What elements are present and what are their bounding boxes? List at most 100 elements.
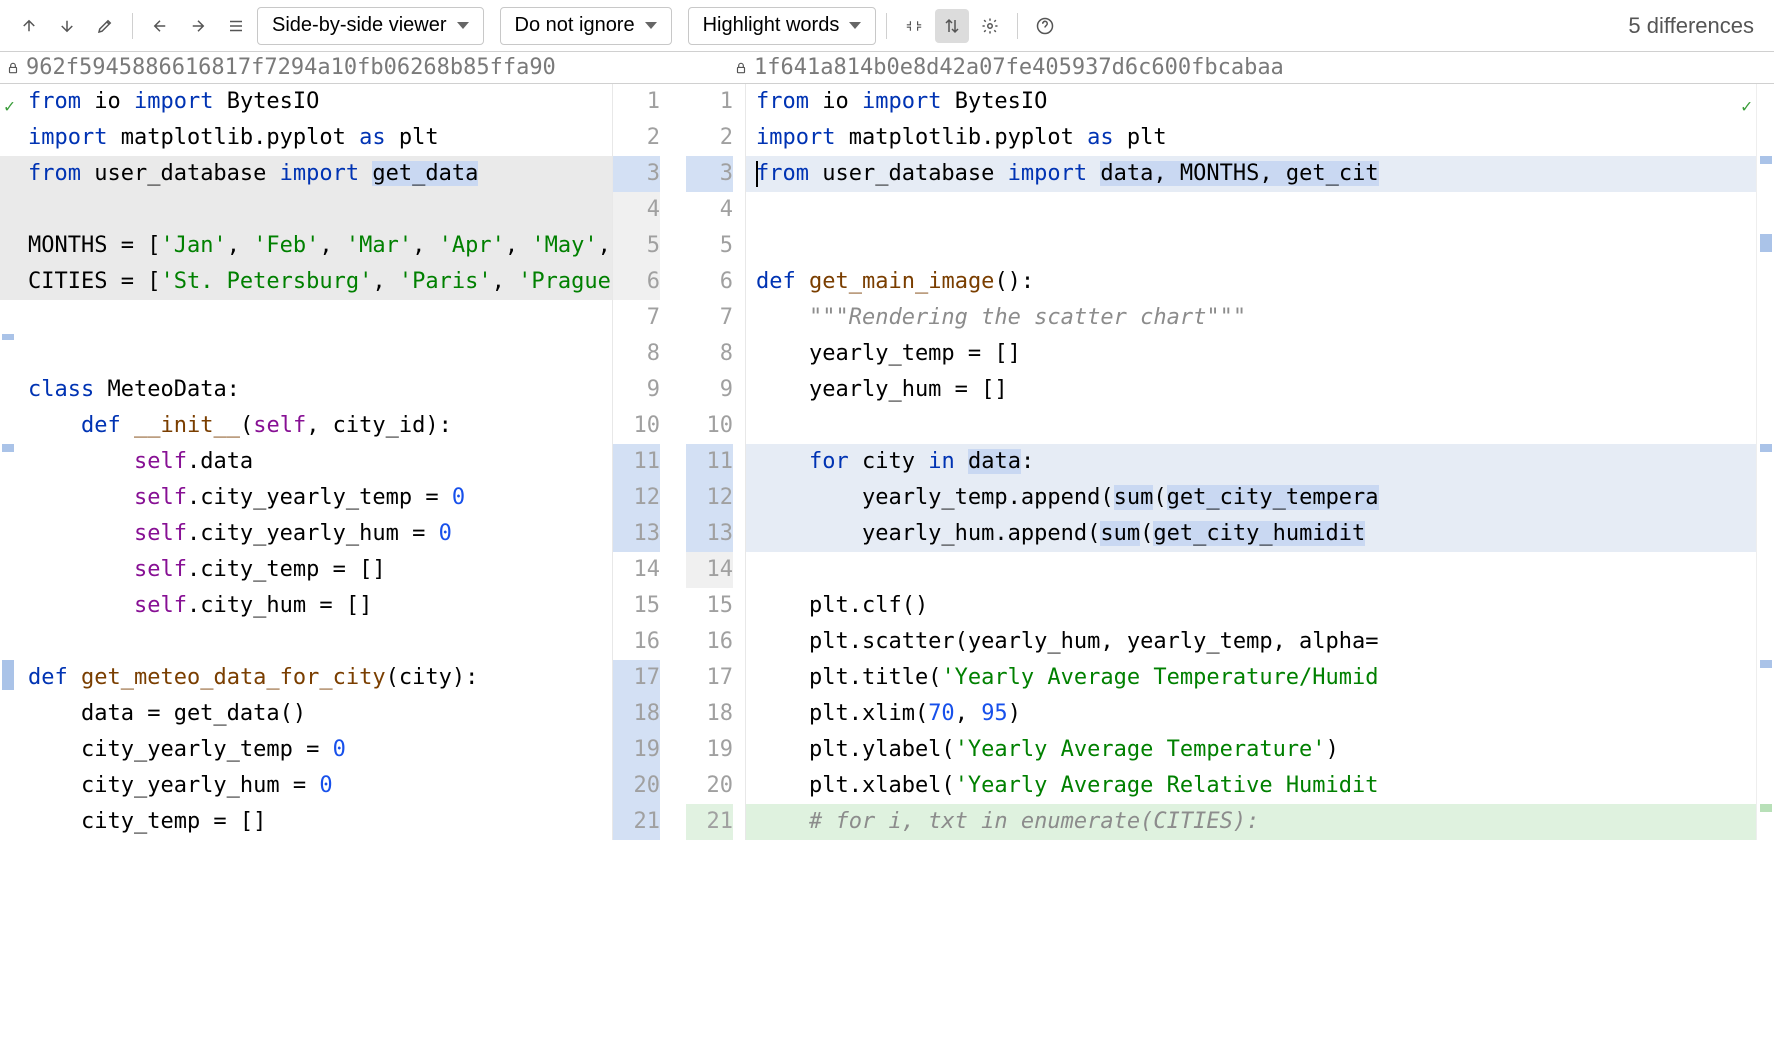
code-line[interactable]: def get_meteo_data_for_city(city):	[0, 660, 612, 696]
code-line[interactable]: import matplotlib.pyplot as plt	[746, 120, 1774, 156]
code-line[interactable]: city_yearly_temp = 0	[0, 732, 612, 768]
lock-icon	[6, 61, 20, 75]
line-number: 1	[686, 84, 733, 120]
right-overview-strip[interactable]	[1756, 84, 1774, 840]
ignore-mode-label: Do not ignore	[515, 14, 635, 37]
code-line[interactable]: CITIES = ['St. Petersburg', 'Paris', 'Pr…	[0, 264, 612, 300]
line-number: 12	[613, 480, 660, 516]
viewer-mode-dropdown[interactable]: Side-by-side viewer	[257, 7, 484, 45]
ignore-mode-dropdown[interactable]: Do not ignore	[500, 7, 672, 45]
left-line-numbers: 123456789101112131415161718192021	[612, 84, 672, 840]
line-number: 16	[613, 624, 660, 660]
line-number: 13	[686, 516, 733, 552]
highlight-mode-label: Highlight words	[703, 14, 840, 37]
line-number: 18	[686, 696, 733, 732]
line-number: 18	[613, 696, 660, 732]
line-number: 7	[686, 300, 733, 336]
code-line[interactable]: plt.clf()	[746, 588, 1774, 624]
line-number: 7	[613, 300, 660, 336]
right-line-numbers: 123456789101112131415161718192021	[686, 84, 746, 840]
right-revision-hash: 1f641a814b0e8d42a07fe405937d6c600fbcabaa	[728, 52, 1774, 83]
line-number: 16	[686, 624, 733, 660]
line-number: 19	[686, 732, 733, 768]
code-line[interactable]: MONTHS = ['Jan', 'Feb', 'Mar', 'Apr', 'M…	[0, 228, 612, 264]
forward-arrow-icon[interactable]	[181, 9, 215, 43]
code-line[interactable]: import matplotlib.pyplot as plt	[0, 120, 612, 156]
code-line[interactable]: def get_main_image():	[746, 264, 1774, 300]
code-line[interactable]: from io import BytesIO	[0, 84, 612, 120]
code-line[interactable]: data = get_data()	[0, 696, 612, 732]
next-diff-down-icon[interactable]	[50, 9, 84, 43]
line-number: 20	[686, 768, 733, 804]
code-line[interactable]	[0, 336, 612, 372]
list-icon[interactable]	[219, 9, 253, 43]
line-number: 14	[613, 552, 660, 588]
separator	[886, 13, 887, 39]
diff-toolbar: Side-by-side viewer Do not ignore Highli…	[0, 0, 1774, 52]
code-line[interactable]: def __init__(self, city_id):	[0, 408, 612, 444]
back-arrow-icon[interactable]	[143, 9, 177, 43]
left-revision-hash: 962f5945886616817f7294a10fb06268b85ffa90	[0, 52, 728, 83]
line-number: 11	[613, 444, 660, 480]
code-line[interactable]	[746, 552, 1774, 588]
code-line[interactable]	[0, 300, 612, 336]
code-line[interactable]: plt.scatter(yearly_hum, yearly_temp, alp…	[746, 624, 1774, 660]
code-line[interactable]: yearly_hum.append(sum(get_city_humidit	[746, 516, 1774, 552]
code-line[interactable]: from io import BytesIO	[746, 84, 1774, 120]
code-line[interactable]: yearly_temp = []	[746, 336, 1774, 372]
code-line[interactable]: self.city_hum = []	[0, 588, 612, 624]
chevron-down-icon	[457, 22, 469, 29]
edit-icon[interactable]	[88, 9, 122, 43]
separator	[1017, 13, 1018, 39]
line-number: 11	[686, 444, 733, 480]
code-line[interactable]: # for i, txt in enumerate(CITIES):	[746, 804, 1774, 840]
code-line[interactable]	[746, 408, 1774, 444]
line-number: 15	[686, 588, 733, 624]
code-line[interactable]: yearly_temp.append(sum(get_city_tempera	[746, 480, 1774, 516]
code-line[interactable]: for city in data:	[746, 444, 1774, 480]
code-line[interactable]: from user_database import get_data	[0, 156, 612, 192]
diff-divider[interactable]	[672, 84, 686, 840]
code-line[interactable]: self.city_yearly_temp = 0	[0, 480, 612, 516]
line-number: 2	[686, 120, 733, 156]
left-code-pane[interactable]: ✓ from io import BytesIOimport matplotli…	[0, 84, 612, 840]
code-line[interactable]	[0, 624, 612, 660]
code-line[interactable]: plt.xlim(70, 95)	[746, 696, 1774, 732]
line-number: 8	[613, 336, 660, 372]
hash-bar: 962f5945886616817f7294a10fb06268b85ffa90…	[0, 52, 1774, 84]
code-line[interactable]	[746, 192, 1774, 228]
code-line[interactable]	[0, 192, 612, 228]
code-line[interactable]: plt.title('Yearly Average Temperature/Hu…	[746, 660, 1774, 696]
code-line[interactable]: self.city_yearly_hum = 0	[0, 516, 612, 552]
collapse-icon[interactable]	[897, 9, 931, 43]
chevron-down-icon	[849, 22, 861, 29]
help-icon[interactable]	[1028, 9, 1062, 43]
line-number: 3	[686, 156, 733, 192]
line-number: 8	[686, 336, 733, 372]
code-line[interactable]: plt.xlabel('Yearly Average Relative Humi…	[746, 768, 1774, 804]
code-line[interactable]: yearly_hum = []	[746, 372, 1774, 408]
code-line[interactable]	[746, 228, 1774, 264]
code-line[interactable]: city_yearly_hum = 0	[0, 768, 612, 804]
code-line[interactable]: self.data	[0, 444, 612, 480]
code-line[interactable]: """Rendering the scatter chart"""	[746, 300, 1774, 336]
prev-diff-up-icon[interactable]	[12, 9, 46, 43]
line-number: 17	[613, 660, 660, 696]
line-number: 21	[613, 804, 660, 840]
code-line[interactable]: city_temp = []	[0, 804, 612, 840]
right-code-pane[interactable]: ✓ from io import BytesIOimport matplotli…	[746, 84, 1774, 840]
line-number: 13	[613, 516, 660, 552]
line-number: 20	[613, 768, 660, 804]
line-number: 19	[613, 732, 660, 768]
line-number: 15	[613, 588, 660, 624]
gear-icon[interactable]	[973, 9, 1007, 43]
line-number: 5	[613, 228, 660, 264]
code-line[interactable]: from user_database import data, MONTHS, …	[746, 156, 1774, 192]
line-number: 17	[686, 660, 733, 696]
highlight-mode-dropdown[interactable]: Highlight words	[688, 7, 877, 45]
code-line[interactable]: plt.ylabel('Yearly Average Temperature')	[746, 732, 1774, 768]
line-number: 6	[686, 264, 733, 300]
code-line[interactable]: class MeteoData:	[0, 372, 612, 408]
code-line[interactable]: self.city_temp = []	[0, 552, 612, 588]
sync-scroll-icon[interactable]	[935, 9, 969, 43]
